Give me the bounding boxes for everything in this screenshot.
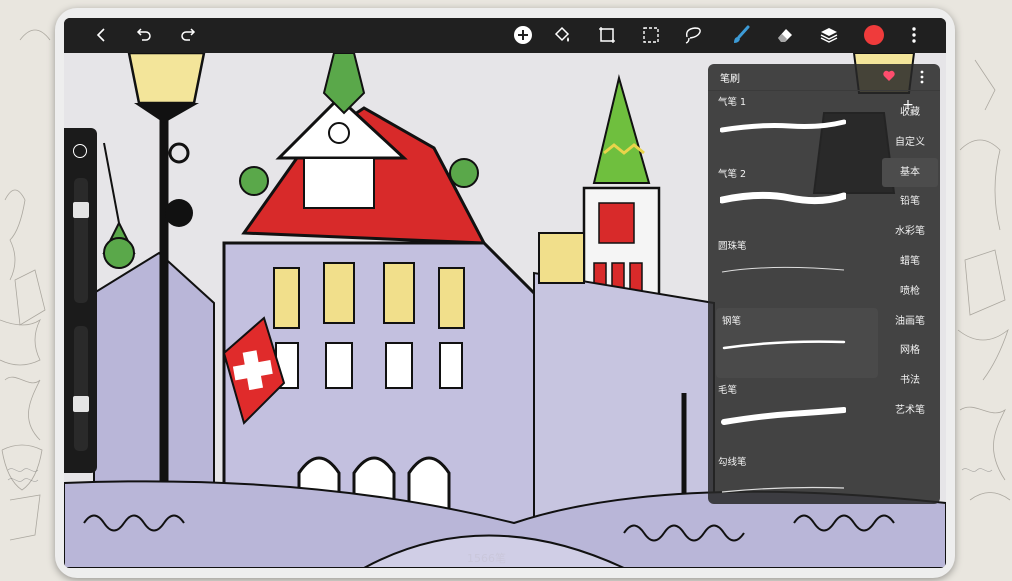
brush-category-list: 收藏 自定义 基本 铅笔 水彩笔 蜡笔 喷枪 油画笔 网格 书法 艺术笔 <box>882 98 938 426</box>
opacity-slider[interactable] <box>73 326 89 451</box>
category-oil[interactable]: 油画笔 <box>882 307 938 337</box>
circle-icon[interactable] <box>73 144 87 158</box>
side-toolbar <box>64 128 97 473</box>
brush-stroke-preview <box>720 191 846 205</box>
brush-stroke-preview <box>721 486 845 493</box>
brush-item-pen[interactable]: 钢笔 <box>716 308 878 378</box>
brush-stroke-preview <box>722 340 846 350</box>
brush-icon[interactable] <box>726 20 756 50</box>
selection-icon[interactable] <box>636 20 666 50</box>
transform-icon[interactable] <box>592 20 622 50</box>
category-calligraphy[interactable]: 书法 <box>882 366 938 396</box>
brush-stroke-preview <box>720 119 846 133</box>
undo-icon[interactable] <box>129 20 159 50</box>
brush-stroke-preview <box>721 266 845 273</box>
header-divider <box>708 90 940 91</box>
back-icon[interactable] <box>86 20 116 50</box>
more-icon[interactable] <box>899 20 929 50</box>
brush-panel-title: 笔刷 <box>720 74 740 85</box>
eraser-icon[interactable] <box>770 20 800 50</box>
brush-stroke-preview <box>721 407 846 425</box>
stroke-count-label: 1566笔 <box>467 552 506 565</box>
brush-size-slider-knob[interactable] <box>73 202 89 218</box>
category-grid[interactable]: 网格 <box>882 336 938 366</box>
redo-icon[interactable] <box>173 20 203 50</box>
brush-size-slider[interactable] <box>73 178 89 303</box>
lasso-icon[interactable] <box>678 20 708 50</box>
brush-panel-header: 笔刷 <box>708 64 940 90</box>
category-watercolor[interactable]: 水彩笔 <box>882 217 938 247</box>
brush-item-airbrush-1[interactable]: 气笔 1 <box>716 92 878 162</box>
opacity-slider-knob[interactable] <box>73 396 89 412</box>
category-favorites[interactable]: 收藏 <box>882 98 938 128</box>
brush-item-airbrush-2[interactable]: 气笔 2 <box>716 164 878 234</box>
brush-item-brush[interactable]: 毛笔 <box>716 380 878 450</box>
app-screen: 1566笔 笔刷 + 气笔 1 气笔 2 圆珠笔 钢笔 毛笔 勾线笔 收藏 自定… <box>64 18 946 568</box>
category-airbrush[interactable]: 喷枪 <box>882 277 938 307</box>
category-art[interactable]: 艺术笔 <box>882 396 938 426</box>
category-crayon[interactable]: 蜡笔 <box>882 247 938 277</box>
category-custom[interactable]: 自定义 <box>882 128 938 158</box>
add-icon[interactable] <box>508 20 538 50</box>
brush-library-panel: 笔刷 + 气笔 1 气笔 2 圆珠笔 钢笔 毛笔 勾线笔 收藏 自定义 基本 铅… <box>708 64 940 504</box>
category-pencil[interactable]: 铅笔 <box>882 187 938 217</box>
fill-bucket-icon[interactable] <box>547 20 577 50</box>
brush-item-ballpoint[interactable]: 圆珠笔 <box>716 236 878 306</box>
color-swatch[interactable] <box>859 20 889 50</box>
layers-icon[interactable] <box>814 20 844 50</box>
category-basic[interactable]: 基本 <box>882 157 938 188</box>
top-toolbar <box>64 18 946 53</box>
panel-more-icon[interactable] <box>918 69 926 85</box>
heart-icon[interactable] <box>882 69 896 83</box>
brush-item-liner[interactable]: 勾线笔 <box>716 452 878 522</box>
